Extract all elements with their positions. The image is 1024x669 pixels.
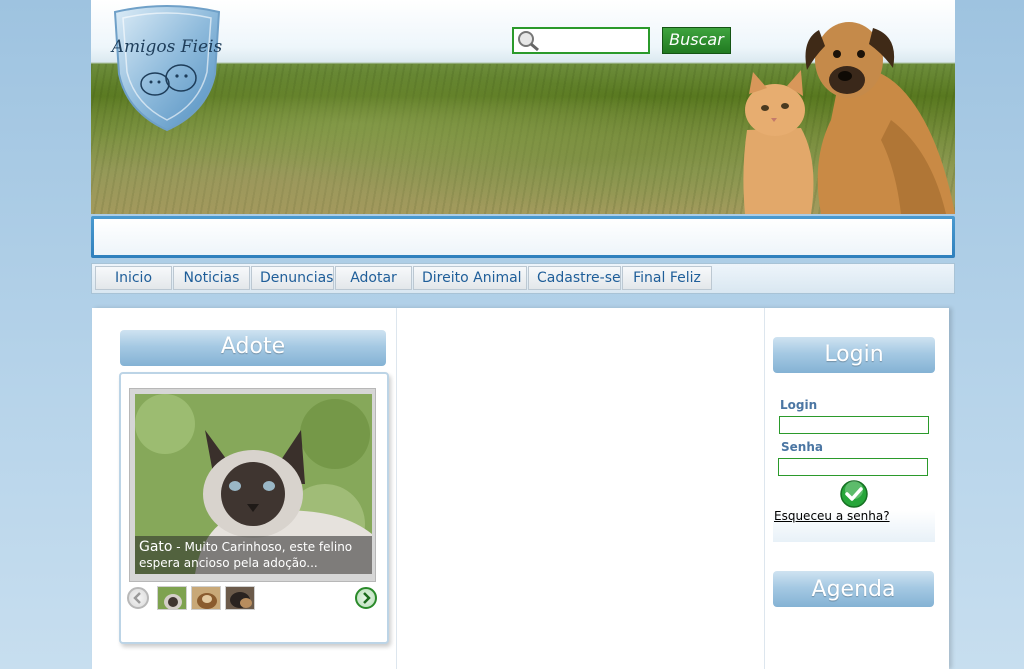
chevron-left-icon (133, 592, 141, 604)
previous-arrow-button[interactable] (127, 587, 149, 609)
adote-header: Adote (120, 330, 386, 366)
dog-thumbnail (192, 587, 220, 609)
password-label: Senha (781, 440, 823, 454)
main-content: Adote Gato - Muito Carinhoso, este felin… (92, 308, 949, 669)
search-icon (518, 31, 539, 52)
nav-item-direito-animal[interactable]: Direito Animal (413, 266, 527, 290)
chevron-right-icon (363, 592, 371, 604)
login-label: Login (780, 398, 818, 412)
slide-title: Gato (139, 539, 173, 555)
nav-item-cadastre-se[interactable]: Cadastre-se (528, 266, 621, 290)
slide-separator: - (172, 540, 185, 554)
login-panel: Login Senha Esqueceu a senha? (773, 382, 935, 542)
nav-item-final-feliz[interactable]: Final Feliz (622, 266, 712, 290)
banner-strip-inner (94, 219, 952, 255)
forgot-password-link[interactable]: Esqueceu a senha? (774, 509, 890, 523)
logo-text: Amigos Fieis (110, 37, 223, 57)
thumbnail-3[interactable] (225, 586, 255, 610)
search-box (512, 27, 650, 54)
thumbnail-1[interactable] (157, 586, 187, 610)
site-header: Amigos Fieis Buscar (91, 0, 955, 214)
nav-item-noticias[interactable]: Noticias (173, 266, 250, 290)
login-field[interactable] (779, 416, 929, 434)
login-header: Login (773, 337, 935, 373)
thumbnail-2[interactable] (191, 586, 221, 610)
column-divider (396, 308, 397, 669)
adote-slideshow: Gato - Muito Carinhoso, este felino espe… (119, 372, 389, 644)
slideshow-frame: Gato - Muito Carinhoso, este felino espe… (129, 388, 376, 582)
submit-check-button[interactable] (840, 480, 868, 508)
search-button[interactable]: Buscar (662, 27, 731, 54)
password-field[interactable] (778, 458, 928, 476)
column-divider (764, 308, 765, 669)
banner-strip (91, 216, 955, 258)
slideshow-controls (127, 585, 377, 615)
dog-and-cat-image (743, 22, 955, 214)
nav-item-inicio[interactable]: Inicio (95, 266, 172, 290)
logo-shield[interactable]: Amigos Fieis (107, 4, 227, 132)
slide-caption: Gato - Muito Carinhoso, este felino espe… (135, 536, 372, 574)
main-nav: Inicio Noticias Denuncias Adotar Direito… (91, 263, 955, 294)
nav-item-denuncias[interactable]: Denuncias (251, 266, 334, 290)
page: Amigos Fieis Buscar Inicio Noticias Denu… (91, 0, 955, 669)
next-arrow-button[interactable] (355, 587, 377, 609)
search-input[interactable] (542, 31, 646, 50)
nav-item-adotar[interactable]: Adotar (335, 266, 412, 290)
slide-photo[interactable]: Gato - Muito Carinhoso, este felino espe… (135, 394, 372, 574)
pet-thumbnail (226, 587, 254, 609)
agenda-header: Agenda (773, 571, 934, 607)
cat-thumbnail (158, 587, 186, 609)
